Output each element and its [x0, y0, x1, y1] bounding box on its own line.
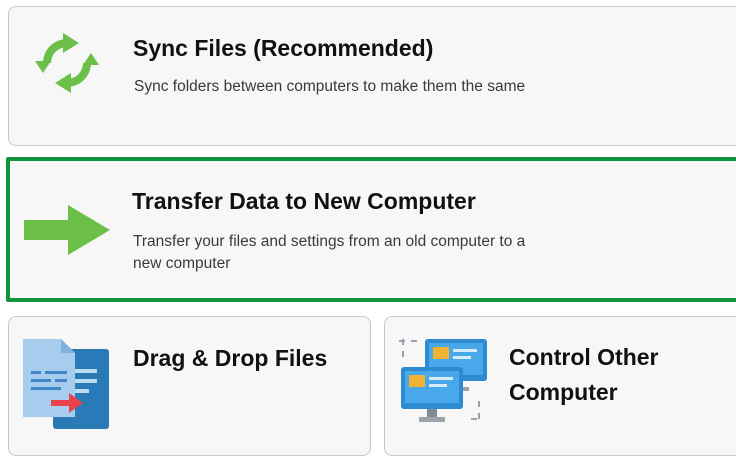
- drag-drop-files-title: Drag & Drop Files: [133, 345, 328, 371]
- transfer-data-description-line1: Transfer your files and settings from an…: [133, 233, 526, 250]
- drag-drop-files-option[interactable]: Drag & Drop Files: [8, 316, 371, 456]
- control-other-computer-title-line2: Computer: [509, 379, 618, 405]
- sync-files-description: Sync folders between computers to make t…: [134, 78, 526, 95]
- sync-files-title: Sync Files (Recommended): [133, 35, 434, 61]
- transfer-data-title: Transfer Data to New Computer: [132, 188, 476, 214]
- document-transfer-icon: [23, 339, 109, 429]
- control-other-computer-option[interactable]: Control Other Computer: [384, 316, 736, 456]
- transfer-data-option[interactable]: Transfer Data to New Computer Transfer y…: [6, 157, 736, 302]
- control-other-computer-title-line1: Control Other: [509, 344, 659, 370]
- sync-arrows-icon: [35, 33, 99, 93]
- remote-monitors-icon: [399, 339, 487, 422]
- sync-files-option[interactable]: Sync Files (Recommended) Sync folders be…: [8, 6, 736, 146]
- transfer-data-description-line2: new computer: [133, 255, 231, 272]
- right-arrow-icon: [24, 205, 110, 255]
